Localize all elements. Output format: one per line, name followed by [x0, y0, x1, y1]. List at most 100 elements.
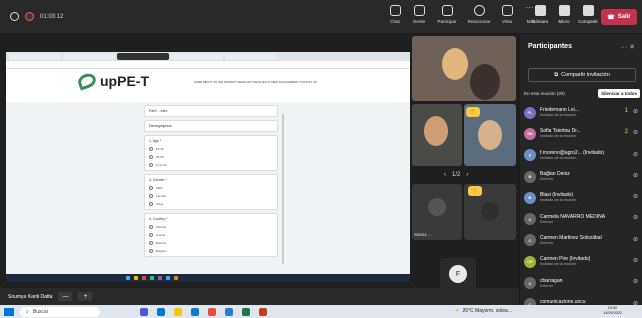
mic-button[interactable]: Micro — [553, 5, 575, 24]
mic-off-icon[interactable]: ⊘ — [633, 108, 638, 115]
search-icon: ⌕ — [26, 308, 29, 315]
people-button[interactable]: Gente — [407, 5, 431, 24]
participant-video — [424, 116, 448, 146]
participant-row[interactable]: SD Sofia Tsiortou Dr... Invitado de la reu… — [524, 123, 640, 144]
taskbar-search[interactable]: ⌕ Buscar — [20, 306, 100, 317]
leave-button[interactable]: ☎ Salir — [601, 9, 637, 25]
participant-row[interactable]: B Blasi (Invitado) Invitado de la reunión ⊘ — [524, 187, 640, 208]
windows-start-icon[interactable] — [4, 307, 14, 316]
video-tile[interactable]: ✋ — [464, 184, 516, 240]
minimize-icon[interactable]: — — [58, 292, 73, 301]
radio-icon — [149, 233, 153, 237]
participant-role: Invitado de la reunión — [540, 155, 577, 160]
participant-video — [442, 48, 468, 80]
form-section: Demographics — [144, 120, 278, 132]
participant-row[interactable]: FL Friedemann Lei... Invitado de la reunió… — [524, 102, 640, 123]
share-button[interactable]: Compartir — [577, 5, 599, 24]
folder-icon[interactable] — [174, 307, 182, 316]
chat-icon — [389, 5, 401, 16]
mic-off-icon[interactable]: ⊘ — [633, 278, 638, 285]
radio-icon — [149, 147, 153, 151]
video-tile[interactable] — [412, 36, 516, 101]
avatar: C — [524, 213, 536, 226]
browser-address-bar — [6, 61, 410, 69]
participant-row[interactable]: C Carmen Martinez Solozábal Externo ⊘ — [524, 230, 640, 251]
presenter-name: Soumya Kanti Datta — [8, 293, 53, 300]
participant-row[interactable]: C Carmela NAVARRO MEDINA Externo ⊘ — [524, 208, 640, 229]
camera-icon — [534, 5, 546, 16]
radio-icon — [149, 249, 153, 253]
video-tile[interactable]: ✋ — [464, 104, 516, 166]
participant-role: Externo — [540, 283, 554, 288]
chat-button[interactable]: Chat — [383, 5, 407, 24]
avatar: F — [524, 149, 536, 162]
chrome-icon[interactable] — [208, 307, 216, 316]
shared-taskbar — [6, 274, 410, 282]
radio-icon — [149, 155, 153, 159]
video-tile[interactable] — [412, 104, 462, 166]
taskbar-apps — [140, 307, 267, 316]
website-content: upPE-T HOME ABOUT US THE PROJECT NEWS GE… — [6, 69, 410, 274]
participant-row[interactable]: B Bağlan Deniz Externo ⊘ — [524, 166, 640, 187]
radio-icon — [149, 225, 153, 229]
participant-list: FL Friedemann Lei... Invitado de la reunió… — [524, 102, 640, 315]
raise-hand-icon: ✋ — [468, 186, 482, 196]
radio-icon — [149, 163, 153, 167]
survey-form: Part I - Intro Demographics 1. Age * 18-… — [144, 102, 278, 274]
chevron-left-icon[interactable]: ‹ — [444, 172, 446, 178]
reaction-icon — [473, 5, 485, 16]
plus-icon[interactable]: + — [78, 292, 93, 301]
word-icon[interactable] — [225, 307, 233, 316]
radio-icon — [149, 241, 153, 245]
browser-tab — [63, 53, 115, 60]
hand-order-badge: 1 — [624, 108, 628, 114]
in-meeting-label[interactable]: En esta reunión (30) — [524, 91, 565, 96]
participant-row[interactable]: Ff.moreno@agro2... (Invitado) Invitado de… — [524, 145, 640, 166]
view-button[interactable]: Vista — [495, 5, 519, 24]
system-clock[interactable]: 10:50 14/09/2022 — [603, 306, 622, 316]
form-section: Part I - Intro — [144, 105, 278, 117]
radio-icon — [149, 186, 153, 190]
close-icon[interactable]: ··· ✕ — [620, 43, 635, 51]
mic-off-icon[interactable]: ⊘ — [633, 129, 638, 136]
participant-video — [478, 120, 502, 150]
avatar: C — [524, 277, 536, 290]
mic-off-icon[interactable]: ⊘ — [633, 257, 638, 264]
store-icon[interactable] — [191, 307, 199, 316]
panel-title: Participantes — [528, 43, 572, 50]
mic-off-icon[interactable]: ⊘ — [633, 151, 638, 158]
view-icon — [501, 5, 513, 16]
raise-hand-button[interactable]: Participar — [431, 5, 463, 24]
edge-icon[interactable] — [157, 307, 165, 316]
participant-role: Invitado de la reunión — [540, 113, 577, 118]
shared-screen: upPE-T HOME ABOUT US THE PROJECT NEWS GE… — [6, 52, 410, 282]
avatar: SD — [524, 127, 536, 140]
mic-off-icon[interactable]: ⊘ — [633, 172, 638, 179]
people-icon — [413, 5, 425, 16]
avatar: C — [524, 234, 536, 247]
share-invite-button[interactable]: ⧉ Compartir invitación — [528, 68, 636, 82]
phone-icon: ☎ — [607, 14, 615, 21]
raise-hand-icon: ✋ — [466, 107, 480, 117]
video-tile[interactable]: Sanaz ... — [412, 184, 462, 240]
participant-role: Invitado de la reunión — [540, 134, 577, 139]
radio-icon — [149, 194, 153, 198]
excel-icon[interactable] — [242, 307, 250, 316]
presenter-bar: Soumya Kanti Datta — + — [0, 288, 519, 305]
weather-widget[interactable]: ☀ 26°C Mayorm. solea... — [455, 308, 512, 314]
self-view[interactable]: F — [440, 258, 476, 290]
powerpoint-icon[interactable] — [259, 307, 267, 316]
mic-off-icon[interactable]: ⊘ — [633, 214, 638, 221]
participant-row[interactable]: Ccbarragan Externo ⊘ — [524, 272, 640, 293]
participants-panel: Participantes ··· ✕ ⧉ Compartir invitaci… — [519, 34, 642, 311]
mute-all-button[interactable]: Silenciar a todos — [597, 89, 640, 98]
react-button[interactable]: Reaccionar — [463, 5, 495, 24]
chevron-right-icon[interactable]: › — [466, 172, 468, 178]
participant-row[interactable]: CP Carmen Pire (Invitado) Invitado de la r… — [524, 251, 640, 272]
mic-off-icon[interactable]: ⊘ — [633, 236, 638, 243]
avatar — [481, 202, 499, 220]
mic-off-icon[interactable]: ⊘ — [633, 193, 638, 200]
teams-icon[interactable] — [140, 307, 148, 316]
camera-button[interactable]: Cámara — [529, 5, 551, 24]
meeting-toolbar: 01:03:12 Chat Gente Participar Reacciona… — [0, 0, 642, 34]
